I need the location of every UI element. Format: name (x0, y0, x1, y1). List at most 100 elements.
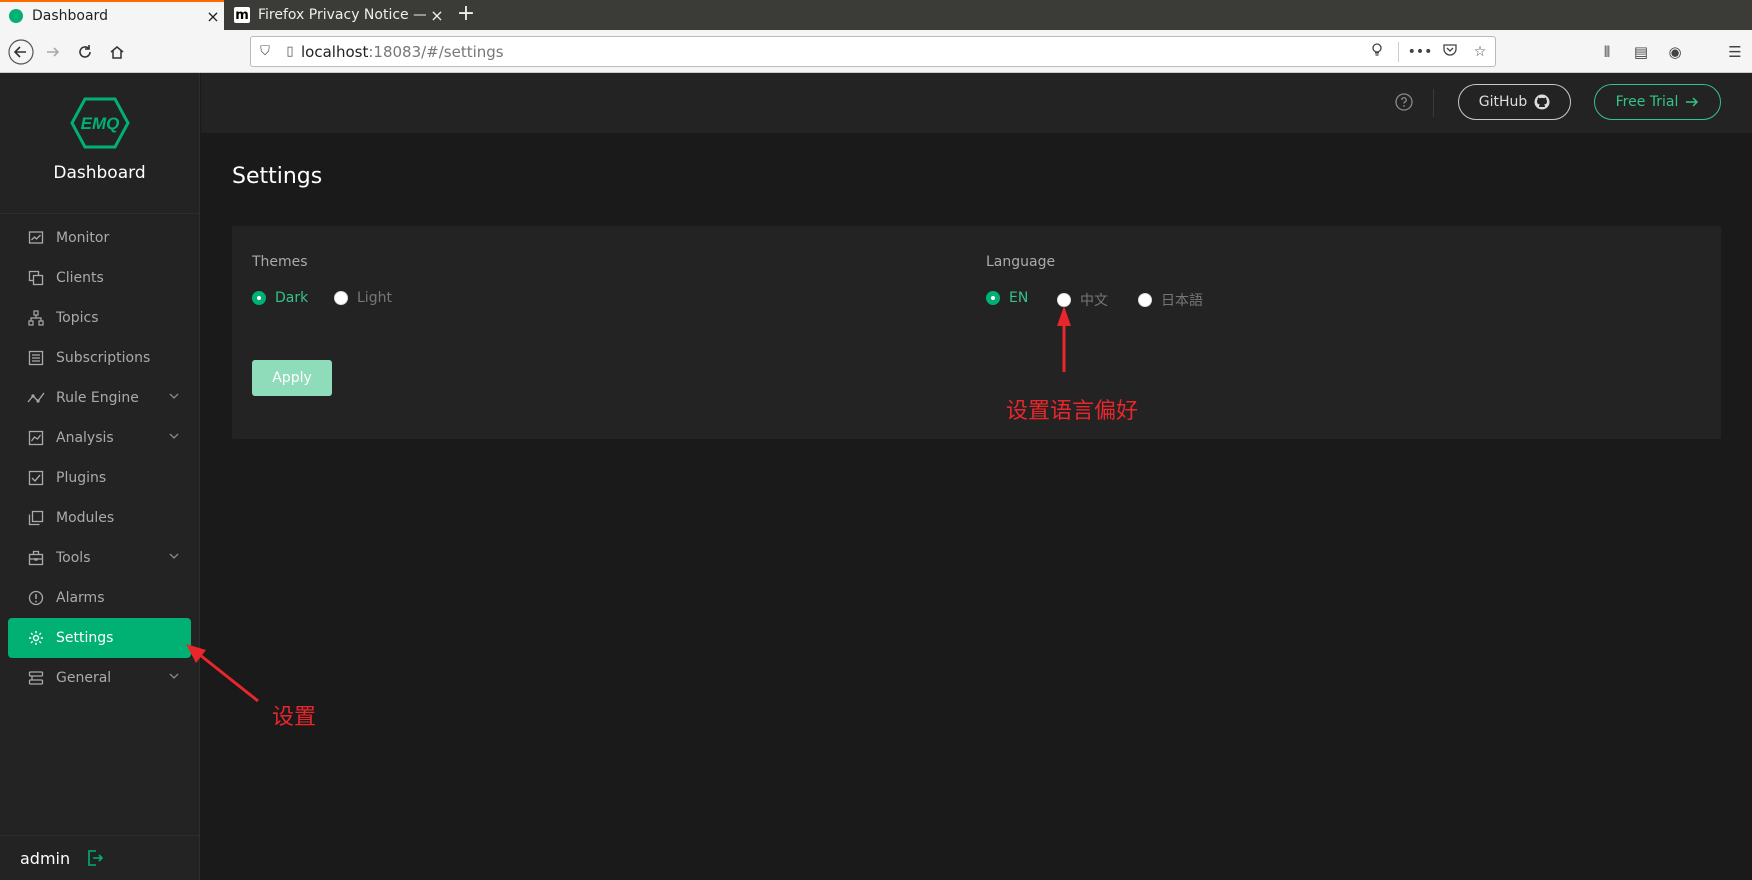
free-trial-label: Free Trial (1615, 94, 1679, 110)
sidebar-item-label: Alarms (56, 590, 105, 606)
emq-logo-icon: EMQ (69, 97, 130, 149)
sidebar-item-topics[interactable]: Topics (8, 298, 191, 338)
language-en-radio[interactable]: EN (986, 290, 1028, 306)
tab-firefox-privacy[interactable]: m Firefox Privacy Notice — × (226, 0, 448, 30)
back-button[interactable] (6, 37, 36, 67)
url-host: localhost (301, 42, 369, 61)
forward-button[interactable] (38, 37, 68, 67)
language-zh-radio[interactable]: 中文 (1057, 290, 1108, 310)
sidebar-item-tools[interactable]: Tools (8, 538, 191, 578)
lightbulb-icon[interactable] (1362, 42, 1392, 61)
sidebar-item-general[interactable]: General (8, 658, 191, 698)
sidebar-item-label: Modules (56, 510, 115, 526)
url-bar[interactable]: ⛉ ▯ localhost:18083/#/settings ••• ☆ (250, 36, 1496, 67)
chevron-down-icon (169, 433, 179, 439)
themes-label: Themes (252, 254, 308, 270)
library-icon[interactable]: ⫴ (1590, 43, 1624, 61)
github-icon (1534, 94, 1550, 110)
radio-dot (1138, 293, 1152, 307)
chevron-down-icon (169, 553, 179, 559)
help-icon[interactable] (1395, 93, 1413, 111)
sidebar: EMQ Dashboard Monitor Clients Topics Sub… (0, 73, 200, 880)
general-icon (27, 669, 45, 687)
topics-icon (27, 309, 45, 327)
sidebar-item-label: Subscriptions (56, 350, 151, 366)
sidebar-item-label: Plugins (56, 470, 107, 486)
bookmark-star-icon[interactable]: ☆ (1465, 44, 1495, 60)
radio-dot (334, 291, 348, 305)
sidebar-item-subscriptions[interactable]: Subscriptions (8, 338, 191, 378)
page-info-icon[interactable]: ▯ (279, 44, 301, 59)
sidebar-item-modules[interactable]: Modules (8, 498, 191, 538)
theme-light-radio[interactable]: Light (334, 290, 392, 306)
sidebar-item-label: Analysis (56, 430, 114, 446)
annotation-language-preference: 设置语言偏好 (1006, 399, 1139, 424)
arrow-right-icon (1686, 97, 1699, 107)
sidebar-item-label: Tools (56, 550, 91, 566)
tracking-shield-icon[interactable]: ⛉ (251, 44, 279, 59)
radio-label: Light (357, 290, 392, 306)
emq-favicon-icon (8, 8, 24, 24)
apply-button[interactable]: Apply (252, 360, 332, 396)
subscriptions-icon (27, 349, 45, 367)
monitor-icon (27, 229, 45, 247)
url-path: :18083/#/settings (368, 42, 504, 61)
github-button[interactable]: GitHub (1458, 84, 1571, 120)
logo-text: EMQ (80, 114, 119, 133)
rule-engine-icon (27, 389, 45, 407)
sidebar-item-rule-engine[interactable]: Rule Engine (8, 378, 191, 418)
home-button[interactable] (102, 37, 132, 67)
url-separator (1398, 41, 1399, 62)
tab-close-icon[interactable]: × (426, 6, 448, 25)
header-divider (1433, 89, 1434, 117)
url-actions: ••• ☆ (1362, 37, 1495, 66)
sidebar-item-clients[interactable]: Clients (8, 258, 191, 298)
sidebar-logo-area: EMQ Dashboard (0, 73, 199, 214)
app-header: GitHub Free Trial (201, 73, 1752, 133)
sidebar-toggle-icon[interactable]: ▤ (1624, 43, 1658, 61)
sidebar-item-analysis[interactable]: Analysis (8, 418, 191, 458)
modules-icon (27, 509, 45, 527)
account-icon[interactable]: ◉ (1658, 43, 1692, 61)
sidebar-item-monitor[interactable]: Monitor (8, 218, 191, 258)
sidebar-item-settings[interactable]: Settings (8, 618, 191, 658)
sidebar-item-label: Clients (56, 270, 104, 286)
sidebar-item-label: Settings (56, 630, 114, 646)
theme-dark-radio[interactable]: Dark (252, 290, 308, 306)
mozilla-favicon-icon: m (234, 7, 250, 23)
radio-label: 日本語 (1161, 293, 1203, 309)
alarm-icon (27, 589, 45, 607)
radio-dot (252, 291, 266, 305)
browser-toolbar-icons: ⫴ ▤ ◉ ☰ (1590, 37, 1752, 67)
analysis-icon (27, 429, 45, 447)
page-title: Settings (232, 164, 323, 189)
tab-title: Dashboard (32, 8, 108, 24)
sidebar-app-title: Dashboard (53, 163, 146, 183)
language-ja-radio[interactable]: 日本語 (1138, 290, 1203, 310)
sidebar-item-plugins[interactable]: Plugins (8, 458, 191, 498)
new-tab-button[interactable]: + (452, 2, 480, 28)
chevron-down-icon (169, 393, 179, 399)
back-arrow-icon (8, 39, 34, 65)
radio-label: 中文 (1080, 293, 1108, 309)
reload-button[interactable] (70, 37, 100, 67)
settings-card: Themes Dark Light Language EN 中文 日本語 App… (232, 226, 1721, 439)
free-trial-button[interactable]: Free Trial (1594, 84, 1721, 120)
gear-icon (27, 629, 45, 647)
logout-icon[interactable] (86, 849, 104, 867)
more-actions-icon[interactable]: ••• (1405, 44, 1435, 60)
sidebar-item-alarms[interactable]: Alarms (8, 578, 191, 618)
hamburger-menu-icon[interactable]: ☰ (1718, 43, 1752, 61)
browser-navbar: ⛉ ▯ localhost:18083/#/settings ••• ☆ ⫴ ▤… (0, 30, 1752, 73)
forward-arrow-icon (47, 47, 60, 57)
favicon-letter: m (235, 7, 249, 23)
plugins-icon (27, 469, 45, 487)
tab-dashboard[interactable]: Dashboard × (0, 0, 224, 30)
chevron-down-icon (169, 673, 179, 679)
radio-dot (1057, 293, 1071, 307)
current-user: admin (20, 848, 71, 868)
pocket-icon[interactable] (1435, 43, 1465, 60)
reload-icon (79, 45, 91, 58)
tab-close-icon[interactable]: × (202, 7, 224, 26)
home-icon (110, 46, 124, 59)
